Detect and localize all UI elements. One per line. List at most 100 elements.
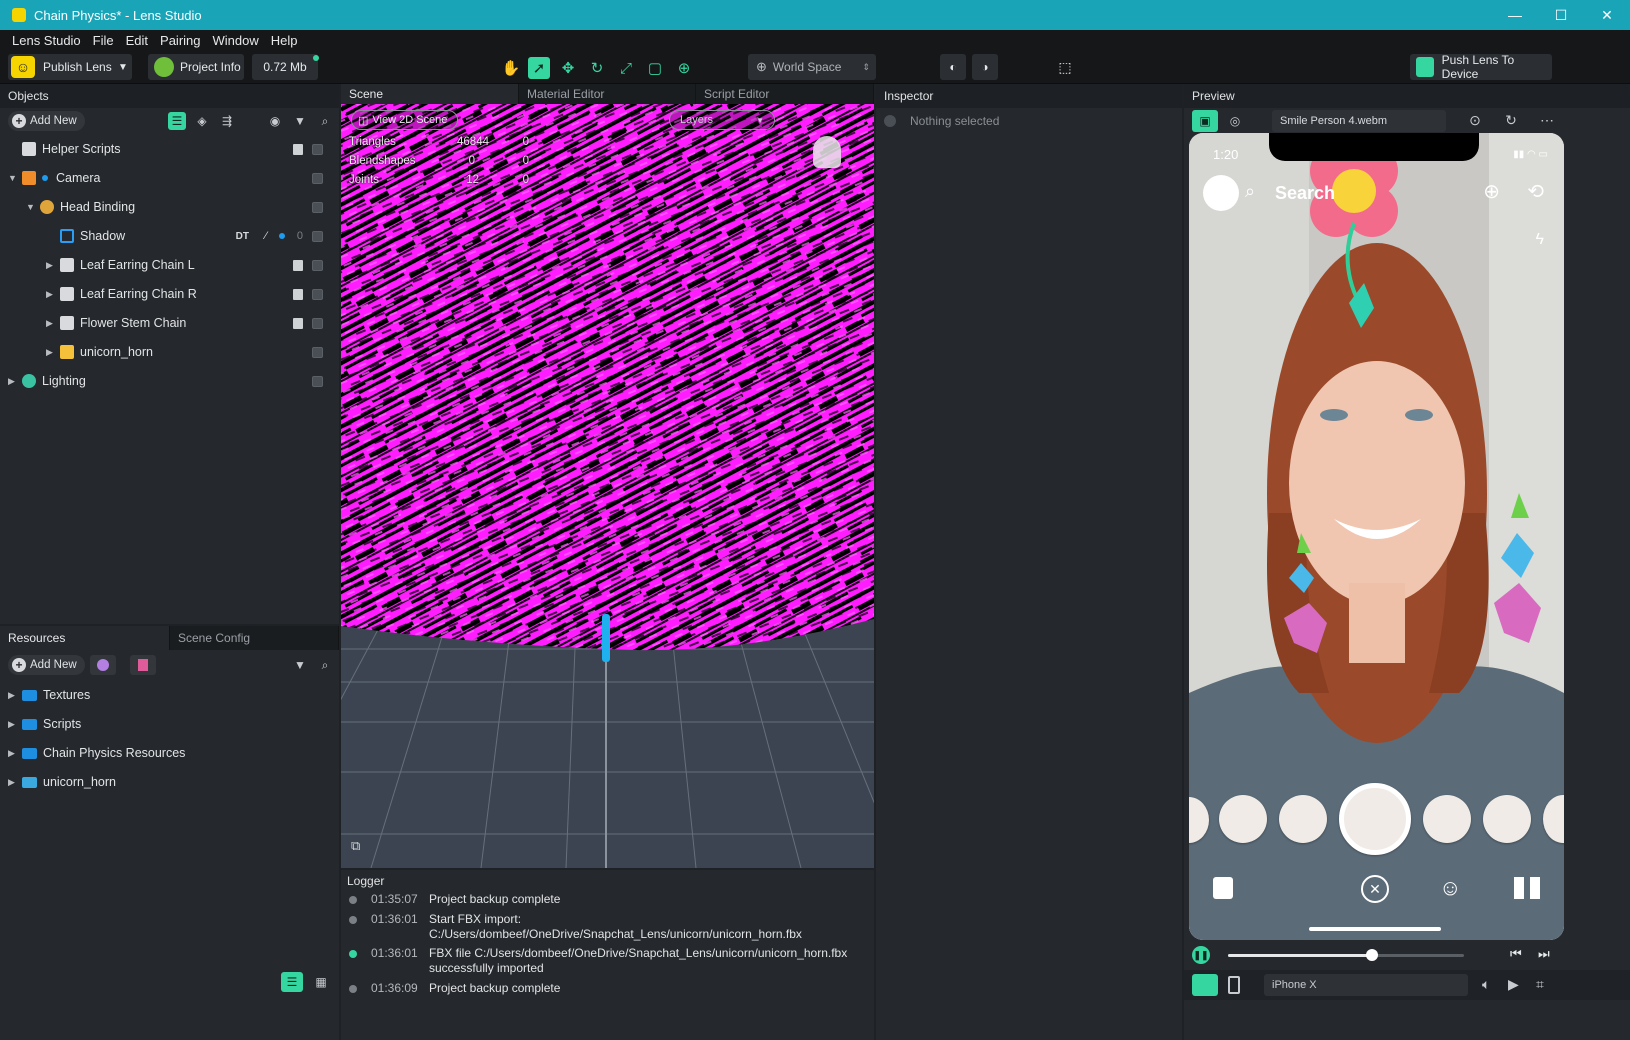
tree-item-leaf-earring-chain-l[interactable]: ▶ Leaf Earring Chain L <box>0 250 339 280</box>
enable-checkbox[interactable] <box>312 230 323 242</box>
snap-icon[interactable]: ◐ <box>940 54 966 80</box>
tree-item-head-binding[interactable]: ▼ Head Binding <box>0 192 339 222</box>
profile-avatar[interactable] <box>1203 175 1239 211</box>
resource-item-chain-physics-resources[interactable]: ▶ Chain Physics Resources <box>0 738 339 768</box>
filter-icon[interactable]: ▼ <box>291 656 309 674</box>
maximize-button[interactable]: ☐ <box>1538 0 1584 30</box>
pan-hand-tool-icon[interactable]: ✋ <box>500 57 522 79</box>
grid-view-icon[interactable]: ▦ <box>310 972 332 992</box>
lens-carousel-item[interactable] <box>1279 795 1327 843</box>
webcam-icon[interactable]: ◎ <box>1222 110 1248 132</box>
resource-item-unicorn-horn[interactable]: ▶ unicorn_horn <box>0 767 339 797</box>
list-view-icon[interactable]: ☰ <box>281 972 303 992</box>
expand-arrow-icon[interactable]: ▶ <box>8 690 18 701</box>
expand-arrow-icon[interactable]: ▶ <box>46 347 56 358</box>
volume-icon[interactable]: 🔈︎ <box>1482 976 1490 993</box>
enable-checkbox[interactable] <box>312 288 323 300</box>
flip-camera-icon[interactable]: ⟲ <box>1527 179 1544 204</box>
close-lens-icon[interactable]: ✕ <box>1361 875 1389 903</box>
tab-resources[interactable]: Resources <box>0 626 170 650</box>
resource-item-scripts[interactable]: ▶ Scripts <box>0 709 339 739</box>
preview-mode-icon[interactable]: ▣ <box>1192 110 1218 132</box>
layers-view-icon[interactable]: ◈ <box>193 112 211 130</box>
enable-checkbox[interactable] <box>312 375 323 387</box>
resources-add-new-button[interactable]: + Add New <box>8 655 85 675</box>
project-info-button[interactable]: Project Info <box>148 54 244 80</box>
device-landscape-icon[interactable] <box>1228 976 1240 994</box>
tree-item-camera[interactable]: ▼ Camera <box>0 163 339 193</box>
close-button[interactable]: ✕ <box>1584 0 1630 30</box>
rect-tool-icon[interactable]: ▢ <box>644 57 666 79</box>
push-lens-to-device-button[interactable]: Push Lens To Device <box>1410 53 1552 81</box>
lens-carousel-item[interactable] <box>1483 795 1531 843</box>
tab-script-editor[interactable]: Script Editor <box>696 84 874 104</box>
import-file-icon[interactable] <box>130 655 156 675</box>
minimize-button[interactable]: — <box>1492 0 1538 30</box>
menu-pairing[interactable]: Pairing <box>160 33 200 48</box>
preview-video-select[interactable]: Smile Person 4.webm <box>1272 110 1446 132</box>
playback-handle[interactable] <box>1365 949 1378 961</box>
tree-item-leaf-earring-chain-r[interactable]: ▶ Leaf Earring Chain R <box>0 279 339 309</box>
expand-arrow-icon[interactable]: ▶ <box>8 777 18 788</box>
rotate-tool-icon[interactable]: ↻ <box>586 57 608 79</box>
reset-preview-icon[interactable]: ↻ <box>1502 111 1520 129</box>
coordinate-space-select[interactable]: ⊕ World Space ⇕ <box>748 54 876 80</box>
expand-arrow-icon[interactable]: ▶ <box>8 748 18 759</box>
search-label[interactable]: Search <box>1275 183 1335 204</box>
phone-preview[interactable]: 1:20 ▮▮ ◠ ▭ ⌕ Search ⊕ ⟲ ϟ ✕ ☺ <box>1189 133 1564 940</box>
lens-carousel-item[interactable] <box>1423 795 1471 843</box>
menu-window[interactable]: Window <box>213 33 259 48</box>
crop-icon[interactable]: ⌗ <box>1536 976 1544 993</box>
tab-scene-config[interactable]: Scene Config <box>170 626 339 650</box>
expand-arrow-icon[interactable]: ▶ <box>46 260 56 271</box>
enable-checkbox[interactable] <box>312 201 323 213</box>
flash-icon[interactable]: ϟ <box>1536 231 1544 249</box>
select-tool-icon[interactable]: ➚ <box>528 57 550 79</box>
viewport-gizmo-icon[interactable]: ⧉ <box>351 838 369 856</box>
menu-file[interactable]: File <box>93 33 114 48</box>
hierarchy-view-icon[interactable]: ☰ <box>168 112 186 130</box>
skip-forward-icon[interactable]: ⏭ <box>1538 946 1550 962</box>
snap-settings-icon[interactable]: ◑ <box>972 54 998 80</box>
objects-add-new-button[interactable]: + Add New <box>8 111 85 131</box>
more-options-icon[interactable]: ⋯ <box>1538 111 1556 129</box>
expand-arrow-icon[interactable]: ▶ <box>8 376 18 387</box>
menu-help[interactable]: Help <box>271 33 298 48</box>
enable-checkbox[interactable] <box>312 143 323 155</box>
visibility-eye-icon[interactable]: ◉ <box>266 112 284 130</box>
expand-arrow-icon[interactable]: ▶ <box>46 318 56 329</box>
skip-back-icon[interactable]: ⏮ <box>1510 946 1522 962</box>
menu-edit[interactable]: Edit <box>126 33 148 48</box>
focus-tool-icon[interactable]: ⊕ <box>673 57 695 79</box>
publish-lens-button[interactable]: ☺ Publish Lens <box>8 54 128 80</box>
add-friend-icon[interactable]: ⊕ <box>1483 179 1500 204</box>
tree-item-unicorn-horn[interactable]: ▶ unicorn_horn <box>0 337 339 367</box>
move-tool-icon[interactable]: ✥ <box>557 57 579 79</box>
asset-library-icon[interactable] <box>90 655 116 675</box>
enable-checkbox[interactable] <box>312 259 323 271</box>
expand-arrow-icon[interactable]: ▶ <box>8 719 18 730</box>
screenshot-camera-icon[interactable]: ⊙ <box>1466 111 1484 129</box>
enable-checkbox[interactable] <box>312 317 323 329</box>
scale-tool-icon[interactable]: ⤢ <box>615 57 637 79</box>
tab-material-editor[interactable]: Material Editor <box>519 84 696 104</box>
device-portrait-icon[interactable] <box>1192 974 1218 996</box>
expand-arrow-icon[interactable]: ▶ <box>46 289 56 300</box>
layers-select[interactable]: Layers ▼ <box>669 110 775 130</box>
lens-explorer-icon[interactable]: ☺ <box>1439 875 1461 901</box>
enable-checkbox[interactable] <box>312 346 323 358</box>
expand-arrow-icon[interactable]: ▼ <box>8 173 18 183</box>
sort-icon[interactable]: ⇶ <box>218 112 236 130</box>
pause-button[interactable]: ❚❚ <box>1192 946 1210 964</box>
view-2d-scene-button[interactable]: ◫ View 2D Scene <box>351 110 459 130</box>
tab-scene[interactable]: Scene <box>341 84 519 104</box>
tree-item-lighting[interactable]: ▶ Lighting <box>0 366 339 396</box>
memories-icon[interactable] <box>1213 877 1233 899</box>
playback-track[interactable] <box>1228 949 1464 961</box>
publish-dropdown-button[interactable]: ▼ <box>114 54 132 80</box>
tree-item-flower-stem-chain[interactable]: ▶ Flower Stem Chain <box>0 308 339 338</box>
search-icon[interactable]: ⌕ <box>316 112 334 130</box>
tree-item-shadow[interactable]: Shadow DT ⁄ 0 <box>0 221 339 251</box>
resource-item-textures[interactable]: ▶ Textures <box>0 680 339 710</box>
cursor-select-icon[interactable]: ⬚ <box>1052 54 1078 80</box>
